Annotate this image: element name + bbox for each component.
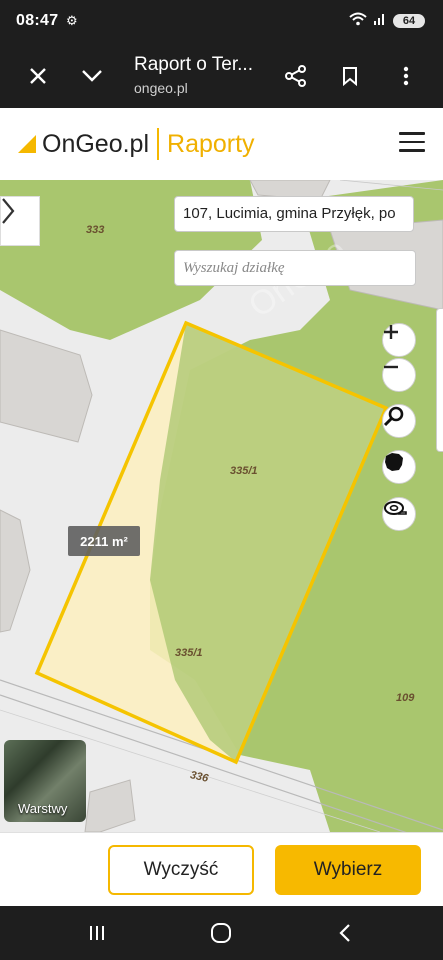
- status-time: 08:47: [16, 12, 59, 29]
- wifi-icon: [349, 12, 367, 29]
- chevron-right-icon: [2, 198, 15, 224]
- map-view[interactable]: OnGeo 333 335/1 335/1 336 109 107, Lucim…: [0, 180, 443, 832]
- settings-status-icon: ⚙: [66, 13, 78, 28]
- minus-icon: [384, 365, 398, 369]
- status-bar: 08:47 ⚙ 64: [0, 0, 443, 44]
- system-nav-bar: [0, 906, 443, 960]
- recent-apps-icon[interactable]: [82, 920, 112, 946]
- poland-map-icon: [385, 453, 403, 471]
- site-header: OnGeo.pl Raporty: [0, 108, 443, 181]
- logo-mark-icon: [18, 135, 36, 153]
- open-panel-button[interactable]: [0, 196, 40, 246]
- signal-icon: [373, 12, 387, 29]
- battery-indicator: 64: [393, 13, 425, 28]
- parcel-search-input[interactable]: Wyszukaj działkę: [174, 250, 416, 286]
- country-view-button[interactable]: [382, 450, 416, 484]
- bookmark-icon[interactable]: [332, 58, 368, 94]
- area-badge: 2211 m²: [68, 526, 140, 556]
- search-map-button[interactable]: [382, 404, 416, 438]
- share-icon[interactable]: [278, 58, 314, 94]
- logo-separator: [157, 128, 160, 160]
- page-title: Raport o Ter...: [134, 54, 253, 75]
- layers-label: Warstwy: [18, 801, 68, 816]
- logo[interactable]: OnGeo.pl Raporty: [16, 128, 255, 160]
- side-drawer-handle[interactable]: [436, 308, 443, 452]
- menu-icon[interactable]: [399, 132, 425, 154]
- tape-measure-icon: [384, 501, 407, 515]
- page-url: ongeo.pl: [134, 80, 188, 96]
- brand-name: OnGeo.pl: [42, 129, 150, 158]
- zoom-in-button[interactable]: [382, 323, 416, 357]
- section-name: Raporty: [167, 129, 255, 158]
- status-indicators: 64: [349, 12, 425, 29]
- home-icon[interactable]: [206, 920, 236, 946]
- search-placeholder: Wyszukaj działkę: [183, 260, 285, 276]
- magnifier-icon: [383, 406, 404, 427]
- back-icon[interactable]: [330, 920, 360, 946]
- parcel-label: 335/1: [175, 647, 203, 659]
- clear-button[interactable]: Wyczyść: [108, 845, 254, 895]
- more-options-icon[interactable]: [388, 58, 424, 94]
- layers-button[interactable]: Warstwy: [4, 740, 86, 822]
- parcel-label: 333: [86, 224, 105, 236]
- parcel-label: 335/1: [230, 465, 258, 477]
- close-icon[interactable]: [20, 58, 56, 94]
- chevron-down-icon[interactable]: [74, 58, 110, 94]
- select-button[interactable]: Wybierz: [275, 845, 421, 895]
- measure-button[interactable]: [382, 497, 416, 531]
- zoom-out-button[interactable]: [382, 358, 416, 392]
- plus-icon: [384, 325, 398, 339]
- action-bar: Wyczyść Wybierz: [0, 832, 443, 907]
- parcel-label: 109: [396, 692, 415, 704]
- address-field[interactable]: 107, Lucimia, gmina Przyłęk, po: [174, 196, 414, 232]
- browser-toolbar: Raport o Ter... ongeo.pl: [0, 44, 443, 108]
